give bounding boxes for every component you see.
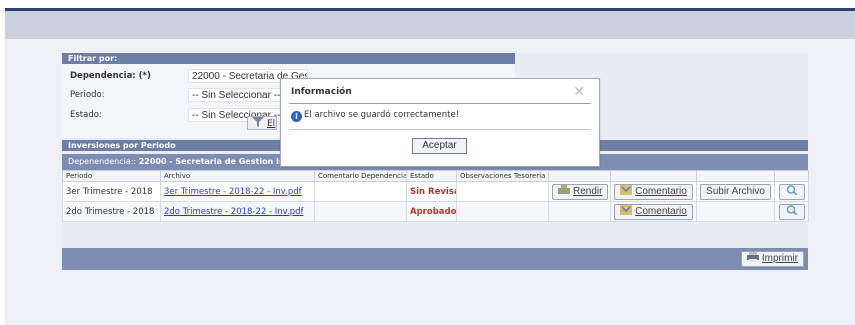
filter-row-estado: Estado: -- Sin Seleccionar -- xyxy=(70,108,308,122)
funnel-icon xyxy=(252,117,264,127)
periodo-label: Periodo: xyxy=(70,90,105,100)
subir-archivo-button[interactable]: Subir Archivo xyxy=(700,183,771,200)
cell-comentario xyxy=(314,201,407,222)
table-row: 2do Trimestre - 2018 2do Trimestre - 201… xyxy=(62,201,809,222)
filter-title: Filtrar por: xyxy=(62,53,515,64)
comment-icon xyxy=(620,184,633,195)
dialog-message-text: El archivo se guardó correctamente! xyxy=(304,110,460,120)
col-header: Estado xyxy=(406,170,457,182)
col-header xyxy=(696,170,775,182)
info-icon: i xyxy=(291,111,302,122)
rendir-button[interactable]: Rendir xyxy=(552,183,609,200)
filter-row-dependencia: Dependencia: (*) 22000 - Secretaria de G… xyxy=(70,69,308,83)
cell-periodo: 2do Trimestre - 2018 xyxy=(62,201,161,222)
comentario-label: Comentario xyxy=(635,205,687,217)
info-dialog: Información ✕ i El archivo se guardó corr… xyxy=(280,78,600,167)
comentario-button[interactable]: Comentario xyxy=(614,183,693,200)
top-bar xyxy=(0,0,855,8)
app-frame: Filtrar por: Dependencia: (*) 22000 - Se… xyxy=(5,8,855,325)
printer-icon xyxy=(746,252,759,262)
dialog-message: i El archivo se guardó correctamente! xyxy=(291,110,459,122)
close-icon[interactable]: ✕ xyxy=(573,84,585,100)
rendir-label: Rendir xyxy=(573,185,603,197)
inversiones-table: Periodo Archivo Comentario Dependencia E… xyxy=(62,170,809,222)
col-header: Comentario Dependencia xyxy=(314,170,407,182)
comment-icon xyxy=(620,204,633,215)
table-header: Periodo Archivo Comentario Dependencia E… xyxy=(62,170,809,182)
comentario-label: Comentario xyxy=(635,185,687,197)
accept-button[interactable]: Aceptar xyxy=(412,138,467,154)
cell-periodo: 3er Trimestre - 2018 xyxy=(62,181,161,202)
archivo-link[interactable]: 3er Trimestre - 2018-22 - Inv.pdf xyxy=(164,187,302,197)
comentario-button[interactable]: Comentario xyxy=(614,203,693,220)
col-header xyxy=(774,170,809,182)
cell-observaciones xyxy=(456,201,549,222)
cell-comentario xyxy=(314,181,407,202)
col-header: Periodo xyxy=(62,170,161,182)
table-row: 3er Trimestre - 2018 3er Trimestre - 201… xyxy=(62,181,809,202)
dialog-title: Información xyxy=(291,87,352,97)
dependencia-prefix: Depenendencia:: xyxy=(68,157,137,166)
status-badge: Sin Revisar xyxy=(406,181,457,202)
col-header xyxy=(610,170,697,182)
view-button[interactable] xyxy=(778,183,805,200)
estado-label: Estado: xyxy=(70,110,102,120)
col-header xyxy=(548,170,611,182)
filter-row-periodo: Periodo: -- Sin Seleccionar -- xyxy=(70,88,308,102)
dependencia-label: Dependencia: (*) xyxy=(70,71,151,81)
archivo-link[interactable]: 2do Trimestre - 2018-22 - Inv.pdf xyxy=(164,207,304,217)
app-header-band xyxy=(5,11,855,39)
dialog-divider xyxy=(289,129,591,130)
cell-observaciones xyxy=(456,181,549,202)
filter-button-label: El xyxy=(267,119,276,129)
money-icon xyxy=(558,184,570,194)
print-bar: Imprimir xyxy=(62,248,808,270)
view-button[interactable] xyxy=(778,203,805,220)
magnifier-icon xyxy=(786,204,797,215)
filter-button[interactable]: El xyxy=(247,116,277,130)
print-label: Imprimir xyxy=(761,253,798,264)
magnifier-icon xyxy=(786,184,797,195)
col-header: Observaciones Tesoreria xyxy=(456,170,549,182)
print-button[interactable]: Imprimir xyxy=(740,251,804,267)
dialog-divider xyxy=(289,103,591,104)
col-header: Archivo xyxy=(160,170,315,182)
status-badge: Aprobado xyxy=(406,201,457,222)
